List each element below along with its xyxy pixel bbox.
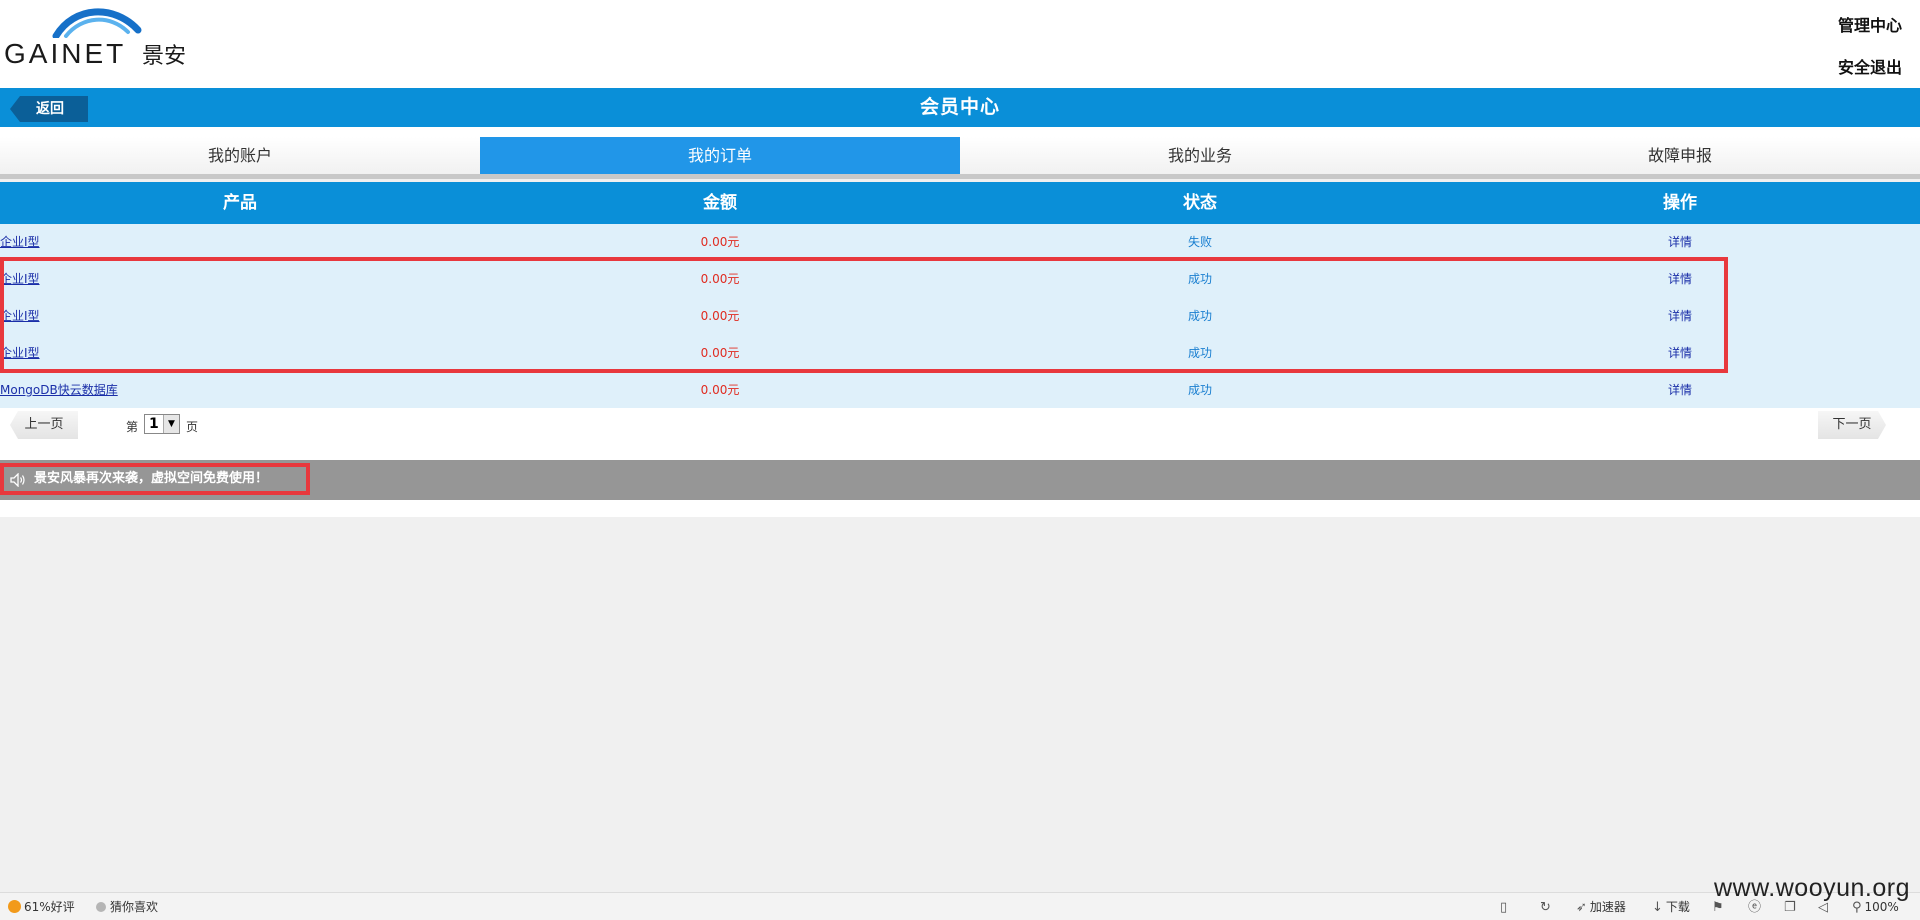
product-link[interactable]: 企业I型: [0, 335, 480, 372]
details-link[interactable]: 详情: [1440, 224, 1920, 261]
product-link[interactable]: 企业I型: [0, 298, 480, 335]
table-row: 企业I型 0.00元 成功 详情: [0, 298, 1920, 335]
amount-cell: 0.00元: [700, 383, 740, 397]
orders-table: 产品 金额 状态 操作 企业I型 0.00元 失败 详情 企业I型 0.00元 …: [0, 182, 1920, 409]
guess-you-like-item[interactable]: 猜你喜欢: [96, 899, 158, 915]
page: GAINET 景安 管理中心 安全退出 会员中心 返回 我的账户 我的订单 我的…: [0, 0, 1920, 920]
status-cell: 成功: [1187, 272, 1212, 286]
product-link[interactable]: 企业I型: [0, 261, 480, 298]
mobile-icon[interactable]: ▯: [1500, 899, 1510, 916]
rating-label: 61%好评: [24, 900, 75, 914]
column-header-amount: 金额: [703, 193, 737, 213]
status-cell: 成功: [1187, 346, 1212, 360]
download-label: 下载: [1665, 900, 1690, 914]
member-tabs: 我的账户 我的订单 我的业务 故障申报: [0, 127, 1920, 179]
rating-item[interactable]: 61%好评: [8, 899, 75, 915]
table-body: 企业I型 0.00元 失败 详情 企业I型 0.00元 成功 详情 企业I型 0…: [0, 224, 1920, 409]
back-button[interactable]: 返回: [10, 96, 88, 122]
details-link[interactable]: 详情: [1440, 335, 1920, 372]
notice-highlight-box: 景安风暴再次来袭，虚拟空间免费使用！: [0, 463, 310, 495]
amount-cell: 0.00元: [700, 272, 740, 286]
pagination: 上一页 第 1 ▼ 页 下一页: [0, 408, 1920, 460]
logout-link[interactable]: 安全退出: [1838, 54, 1902, 78]
accelerator-item[interactable]: ➶ 加速器: [1576, 899, 1626, 916]
chevron-down-icon: ▼: [163, 415, 179, 433]
notice-text[interactable]: 景安风暴再次来袭，虚拟空间免费使用！: [34, 471, 268, 487]
amount-cell: 0.00元: [700, 235, 740, 249]
product-link[interactable]: 企业I型: [0, 224, 480, 261]
details-link[interactable]: 详情: [1440, 372, 1920, 409]
logo-cn-text: 景安: [142, 44, 187, 69]
site-header: GAINET 景安 管理中心 安全退出: [0, 0, 1920, 88]
tab-my-business[interactable]: 我的业务: [960, 137, 1440, 174]
guess-label: 猜你喜欢: [110, 900, 159, 914]
tab-my-account[interactable]: 我的账户: [0, 137, 480, 174]
page-prefix-label: 第: [126, 420, 139, 434]
logo-arc-icon: [52, 8, 142, 38]
download-icon: ↓: [1652, 900, 1663, 915]
next-page-button[interactable]: 下一页: [1818, 411, 1886, 439]
page-suffix-label: 页: [186, 420, 199, 434]
rocket-icon: ➶: [1576, 900, 1587, 915]
column-header-product: 产品: [223, 193, 257, 213]
prev-page-button[interactable]: 上一页: [10, 411, 78, 439]
title-bar: 会员中心 返回: [0, 88, 1920, 127]
tab-fault-report[interactable]: 故障申报: [1440, 137, 1920, 174]
page-select-value: 1: [149, 416, 159, 432]
logo-text: GAINET: [4, 38, 127, 69]
status-cell: 失败: [1187, 235, 1212, 249]
status-cell: 成功: [1187, 309, 1212, 323]
content-footer-strip: [0, 500, 1920, 517]
tab-my-orders[interactable]: 我的订单: [480, 137, 960, 174]
details-link[interactable]: 详情: [1440, 298, 1920, 335]
details-link[interactable]: 详情: [1440, 261, 1920, 298]
status-cell: 成功: [1187, 383, 1212, 397]
table-row: 企业I型 0.00元 失败 详情: [0, 224, 1920, 261]
table-row: 企业I型 0.00元 成功 详情: [0, 335, 1920, 372]
rating-icon: [8, 900, 21, 913]
table-row: 企业I型 0.00元 成功 详情: [0, 261, 1920, 298]
speaker-icon: [10, 473, 25, 487]
product-link[interactable]: MongoDB快云数据库: [0, 372, 480, 409]
gainet-logo[interactable]: GAINET 景安: [4, 8, 190, 69]
admin-center-link[interactable]: 管理中心: [1838, 12, 1902, 36]
notice-bar: 景安风暴再次来袭，虚拟空间免费使用！: [0, 460, 1920, 500]
accelerator-label: 加速器: [1589, 900, 1626, 914]
page-select[interactable]: 1 ▼: [144, 414, 180, 434]
page-title: 会员中心: [919, 96, 1000, 118]
refresh-icon[interactable]: ↻: [1540, 899, 1554, 916]
amount-cell: 0.00元: [700, 346, 740, 360]
watermark-text: www.wooyun.org: [1714, 874, 1910, 902]
browser-status-bar: 61%好评 猜你喜欢 ▯ ↻ ➶ 加速器 ↓ 下载 ⚑ ⓔ ❐ ◁ ⚲ 100%: [0, 892, 1920, 920]
table-header: 产品 金额 状态 操作: [0, 182, 1920, 224]
table-row: MongoDB快云数据库 0.00元 成功 详情: [0, 372, 1920, 409]
amount-cell: 0.00元: [700, 309, 740, 323]
column-header-status: 状态: [1183, 193, 1217, 213]
dot-icon: [96, 902, 106, 912]
column-header-action: 操作: [1663, 193, 1697, 213]
download-item[interactable]: ↓ 下载: [1652, 899, 1690, 916]
